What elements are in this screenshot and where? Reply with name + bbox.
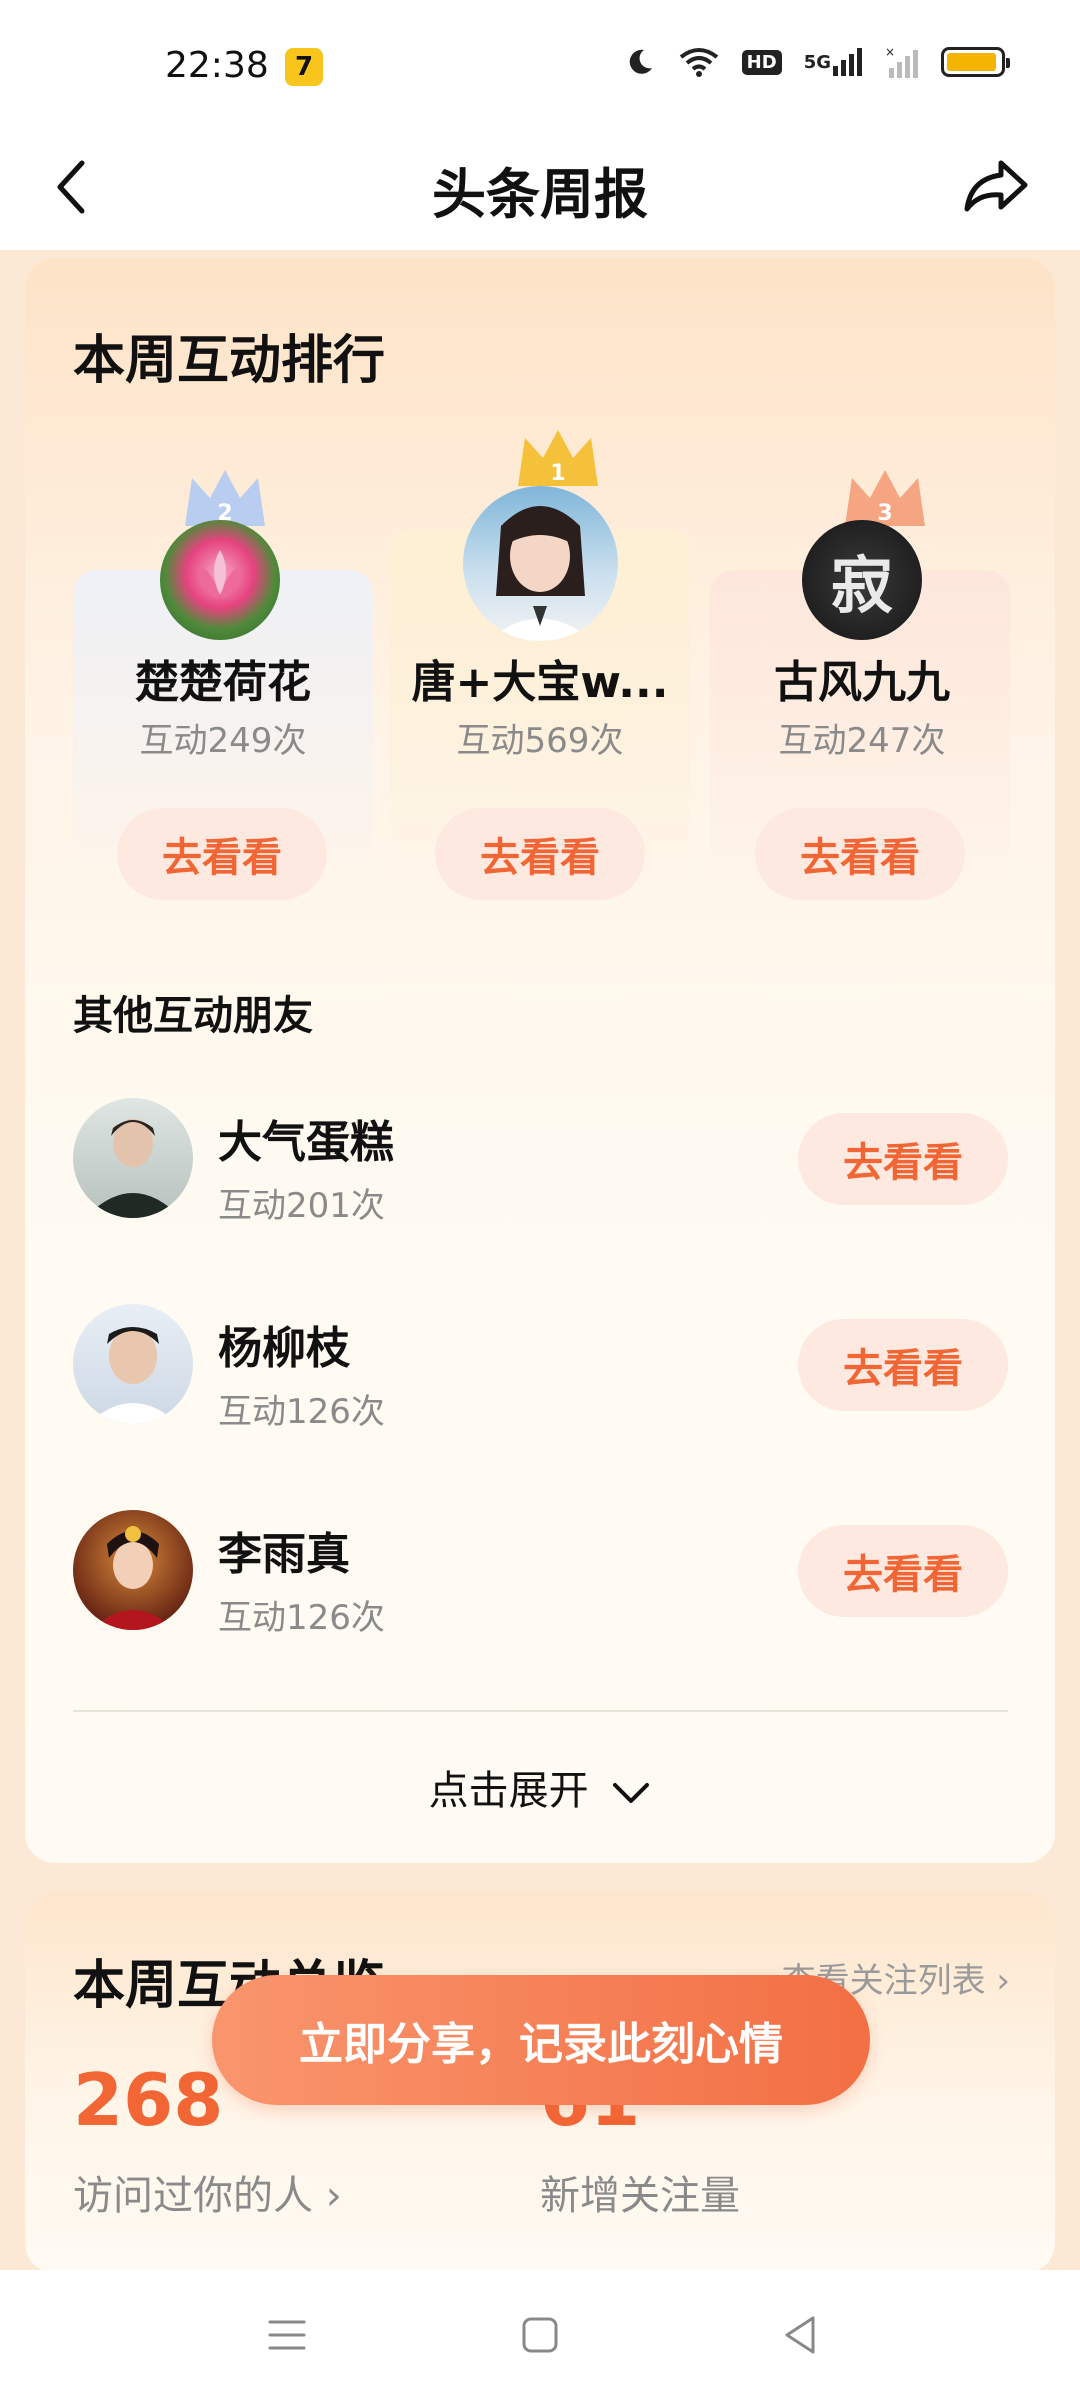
page-title: 头条周报: [432, 163, 648, 226]
friend-name: 大气蛋糕: [218, 1117, 394, 1168]
friend-name: 李雨真: [218, 1529, 350, 1580]
friend-count: 互动201次: [218, 1186, 385, 1226]
expand-button[interactable]: 点击展开: [25, 1758, 1055, 1816]
friend-count: 互动126次: [218, 1392, 385, 1432]
top-count-1: 互动569次: [456, 721, 624, 761]
view-button-rank-3[interactable]: 去看看: [755, 808, 965, 900]
svg-text:×: ×: [885, 46, 895, 59]
system-nav-bar: [0, 2270, 1080, 2400]
gold-crown-icon: 1: [513, 428, 603, 490]
back-icon[interactable]: [775, 2310, 825, 2360]
battery-fill: [947, 53, 997, 71]
status-time: 22:38: [165, 45, 269, 86]
visitors-count: 268: [73, 2058, 224, 2142]
home-icon[interactable]: [515, 2310, 565, 2360]
top-name-2: 楚楚荷花: [135, 657, 311, 708]
menu-icon[interactable]: [262, 2310, 312, 2360]
top-count-3: 互动247次: [778, 721, 946, 761]
ranking-card: 本周互动排行 2 楚楚荷花 互动249次 去看看 1 唐+大宝w... 互动56…: [25, 258, 1055, 1863]
signal-5g-icon: 5G: [804, 48, 863, 76]
wifi-icon: [678, 46, 720, 78]
divider: [73, 1710, 1008, 1712]
visitors-link[interactable]: 访问过你的人 ›: [73, 2163, 342, 2221]
list-item: 杨柳枝 互动126次 去看看: [73, 1304, 1033, 1434]
top-name-3: 古风九九: [774, 657, 950, 708]
share-icon[interactable]: [955, 145, 1035, 225]
app-notification-icon: 7: [285, 48, 323, 86]
moon-icon: [624, 46, 656, 78]
top-name-1: 唐+大宝w...: [411, 657, 669, 708]
signal-empty-icon: ×: [885, 46, 919, 78]
view-button-rank-1[interactable]: 去看看: [435, 808, 645, 900]
friend-name: 杨柳枝: [218, 1323, 350, 1374]
battery-icon: [941, 47, 1010, 77]
view-button-li[interactable]: 去看看: [798, 1525, 1008, 1617]
view-button-yang[interactable]: 去看看: [798, 1319, 1008, 1411]
list-item: 李雨真 互动126次 去看看: [73, 1510, 1033, 1640]
avatar-gufeng-glyph: 寂: [830, 549, 893, 622]
status-icons: HD 5G ×: [624, 46, 1010, 78]
other-friends-title: 其他互动朋友: [73, 993, 313, 1039]
ranking-title: 本周互动排行: [73, 331, 386, 391]
view-button-rank-2[interactable]: 去看看: [117, 808, 327, 900]
avatar-gufeng[interactable]: 寂: [802, 520, 922, 640]
expand-label: 点击展开: [428, 1768, 589, 1814]
share-now-button[interactable]: 立即分享，记录此刻心情: [212, 1975, 870, 2105]
network-type-label: 5G: [803, 51, 831, 73]
new-follows-label: 新增关注量: [540, 2173, 740, 2219]
avatar-daqi[interactable]: [73, 1098, 193, 1218]
avatar-yang[interactable]: [73, 1304, 193, 1424]
avatar-tang[interactable]: [463, 486, 618, 641]
hd-badge: HD: [741, 49, 782, 75]
top-count-2: 互动249次: [139, 721, 307, 761]
chevron-down-icon: [613, 1783, 650, 1803]
nav-bar: 头条周报: [0, 130, 1080, 250]
avatar-chuchu[interactable]: [160, 520, 280, 640]
friend-count: 互动126次: [218, 1598, 385, 1638]
list-item: 大气蛋糕 互动201次 去看看: [73, 1098, 1033, 1228]
view-button-daqi[interactable]: 去看看: [798, 1113, 1008, 1205]
status-bar: 22:38 7 HD 5G ×: [0, 0, 1080, 130]
rank-1-number: 1: [550, 461, 565, 486]
avatar-li[interactable]: [73, 1510, 193, 1630]
